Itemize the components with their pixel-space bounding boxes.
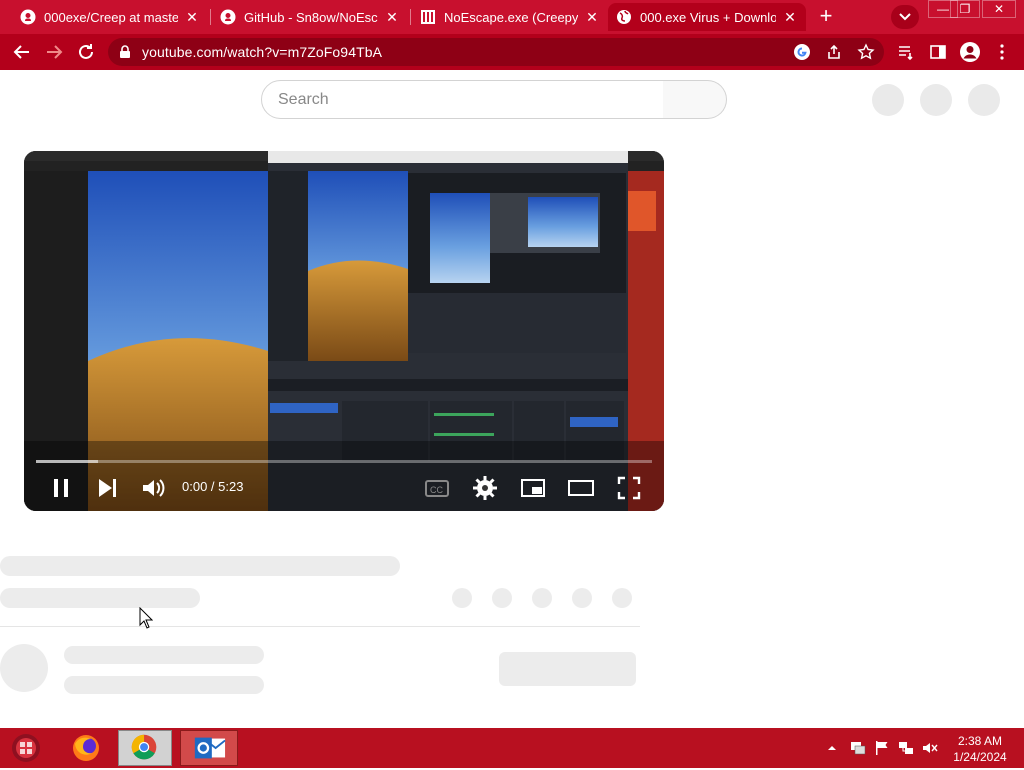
chrome-taskbar-button[interactable] <box>118 730 172 766</box>
tab-title: 000.exe Virus + Download <box>640 9 776 25</box>
action-center-icon[interactable] <box>850 740 866 756</box>
tab-noescape-github[interactable]: GitHub - Sn8ow/NoEscape ✕ <box>212 3 408 31</box>
tab-close-icon[interactable]: ✕ <box>584 9 600 25</box>
side-panel-icon[interactable] <box>929 43 947 61</box>
svg-text:CC: CC <box>430 485 443 495</box>
tab-separator <box>210 9 211 25</box>
action-skeleton-dot <box>572 588 592 608</box>
volume-icon[interactable] <box>138 473 168 503</box>
clock-date: 1/24/2024 <box>953 750 1007 764</box>
flag-icon[interactable] <box>874 740 890 756</box>
reload-icon[interactable] <box>74 40 98 64</box>
search-placeholder: Search <box>278 91 329 108</box>
placeholder-circle <box>920 84 952 116</box>
action-skeleton-dot <box>452 588 472 608</box>
forward-arrow-icon[interactable] <box>42 40 66 64</box>
placeholder-circle <box>968 84 1000 116</box>
channel-skeleton <box>64 646 264 664</box>
action-skeleton-dot <box>612 588 632 608</box>
tab-title: 000exe/Creep at master <box>44 9 178 25</box>
volume-muted-icon[interactable] <box>922 740 938 756</box>
avatar-skeleton <box>0 644 48 692</box>
tab-close-icon[interactable]: ✕ <box>384 9 400 25</box>
clock-time: 2:38 AM <box>957 734 1003 748</box>
divider <box>0 626 640 627</box>
bookmark-star-icon[interactable] <box>857 43 875 61</box>
placeholder-circle <box>872 84 904 116</box>
progress-loaded <box>36 460 98 463</box>
mouse-cursor-icon <box>139 607 153 629</box>
subscribe-skeleton <box>499 652 636 686</box>
globe-icon <box>617 10 631 24</box>
browser-menu-icon[interactable] <box>995 43 1009 61</box>
video-frame <box>24 151 664 511</box>
wiki-icon <box>421 10 435 24</box>
fullscreen-icon[interactable] <box>614 473 644 503</box>
outlook-icon <box>194 737 226 759</box>
url-text[interactable]: youtube.com/watch?v=m7ZoFo94TbA <box>142 44 382 60</box>
youtube-search-input[interactable]: Search <box>261 80 664 119</box>
address-bar[interactable]: youtube.com/watch?v=m7ZoFo94TbA <box>108 38 884 66</box>
action-skeleton-dot <box>492 588 512 608</box>
tab-title: GitHub - Sn8ow/NoEscape <box>244 9 378 25</box>
video-player[interactable]: 0:00 / 5:23 CC <box>24 151 664 511</box>
google-icon[interactable] <box>793 43 811 61</box>
tab-title: NoEscape.exe (Creepypasta <box>444 9 578 25</box>
tab-search-button[interactable] <box>891 5 919 29</box>
miniplayer-icon[interactable] <box>518 473 548 503</box>
settings-gear-icon[interactable] <box>470 473 500 503</box>
browser-toolbar: youtube.com/watch?v=m7ZoFo94TbA <box>0 34 1024 70</box>
tab-separator <box>410 9 411 25</box>
video-time: 0:00 / 5:23 <box>182 479 244 494</box>
chrome-icon <box>131 734 157 760</box>
tab-close-icon[interactable]: ✕ <box>782 9 798 25</box>
chevron-down-icon <box>899 13 911 21</box>
system-clock[interactable]: 2:38 AM 1/24/2024 <box>944 733 1016 765</box>
lock-icon[interactable] <box>118 45 132 59</box>
windows-taskbar: 2:38 AM 1/24/2024 <box>0 728 1024 768</box>
tab-close-icon[interactable]: ✕ <box>184 9 200 25</box>
tab-000exe-video[interactable]: 000.exe Virus + Download ✕ <box>608 3 806 31</box>
title-skeleton <box>0 556 400 576</box>
tab-strip: 000exe/Creep at master ✕ GitHub - Sn8ow/… <box>0 0 1024 34</box>
search-button[interactable] <box>663 80 727 119</box>
closed-captions-icon[interactable]: CC <box>422 473 452 503</box>
theater-mode-icon[interactable] <box>566 473 596 503</box>
action-skeleton-dot <box>532 588 552 608</box>
reading-list-icon[interactable] <box>897 43 915 61</box>
next-icon[interactable] <box>92 473 122 503</box>
tab-creep-github[interactable]: 000exe/Creep at master ✕ <box>12 3 208 31</box>
github-icon <box>220 9 236 25</box>
tray-expand-icon[interactable] <box>826 740 838 756</box>
pause-icon[interactable] <box>46 473 76 503</box>
firefox-icon[interactable] <box>64 730 108 766</box>
github-icon <box>20 9 36 25</box>
network-icon[interactable] <box>898 740 914 756</box>
tab-noescape-wiki[interactable]: NoEscape.exe (Creepypasta ✕ <box>412 3 608 31</box>
video-progress-bar[interactable] <box>36 460 652 463</box>
outlook-taskbar-button[interactable] <box>180 730 238 766</box>
start-orb-icon[interactable] <box>6 730 46 766</box>
channel-sub-skeleton <box>64 676 264 694</box>
close-window-button[interactable]: ✕ <box>982 0 1016 18</box>
back-arrow-icon[interactable] <box>10 40 34 64</box>
new-tab-button[interactable]: + <box>812 4 840 30</box>
restore-button[interactable]: ❐ <box>950 0 980 18</box>
subtitle-skeleton <box>0 588 200 608</box>
youtube-page: Search 0:00 / 5:23 CC <box>0 70 1024 728</box>
share-icon[interactable] <box>825 43 843 61</box>
profile-avatar-icon[interactable] <box>959 41 981 63</box>
